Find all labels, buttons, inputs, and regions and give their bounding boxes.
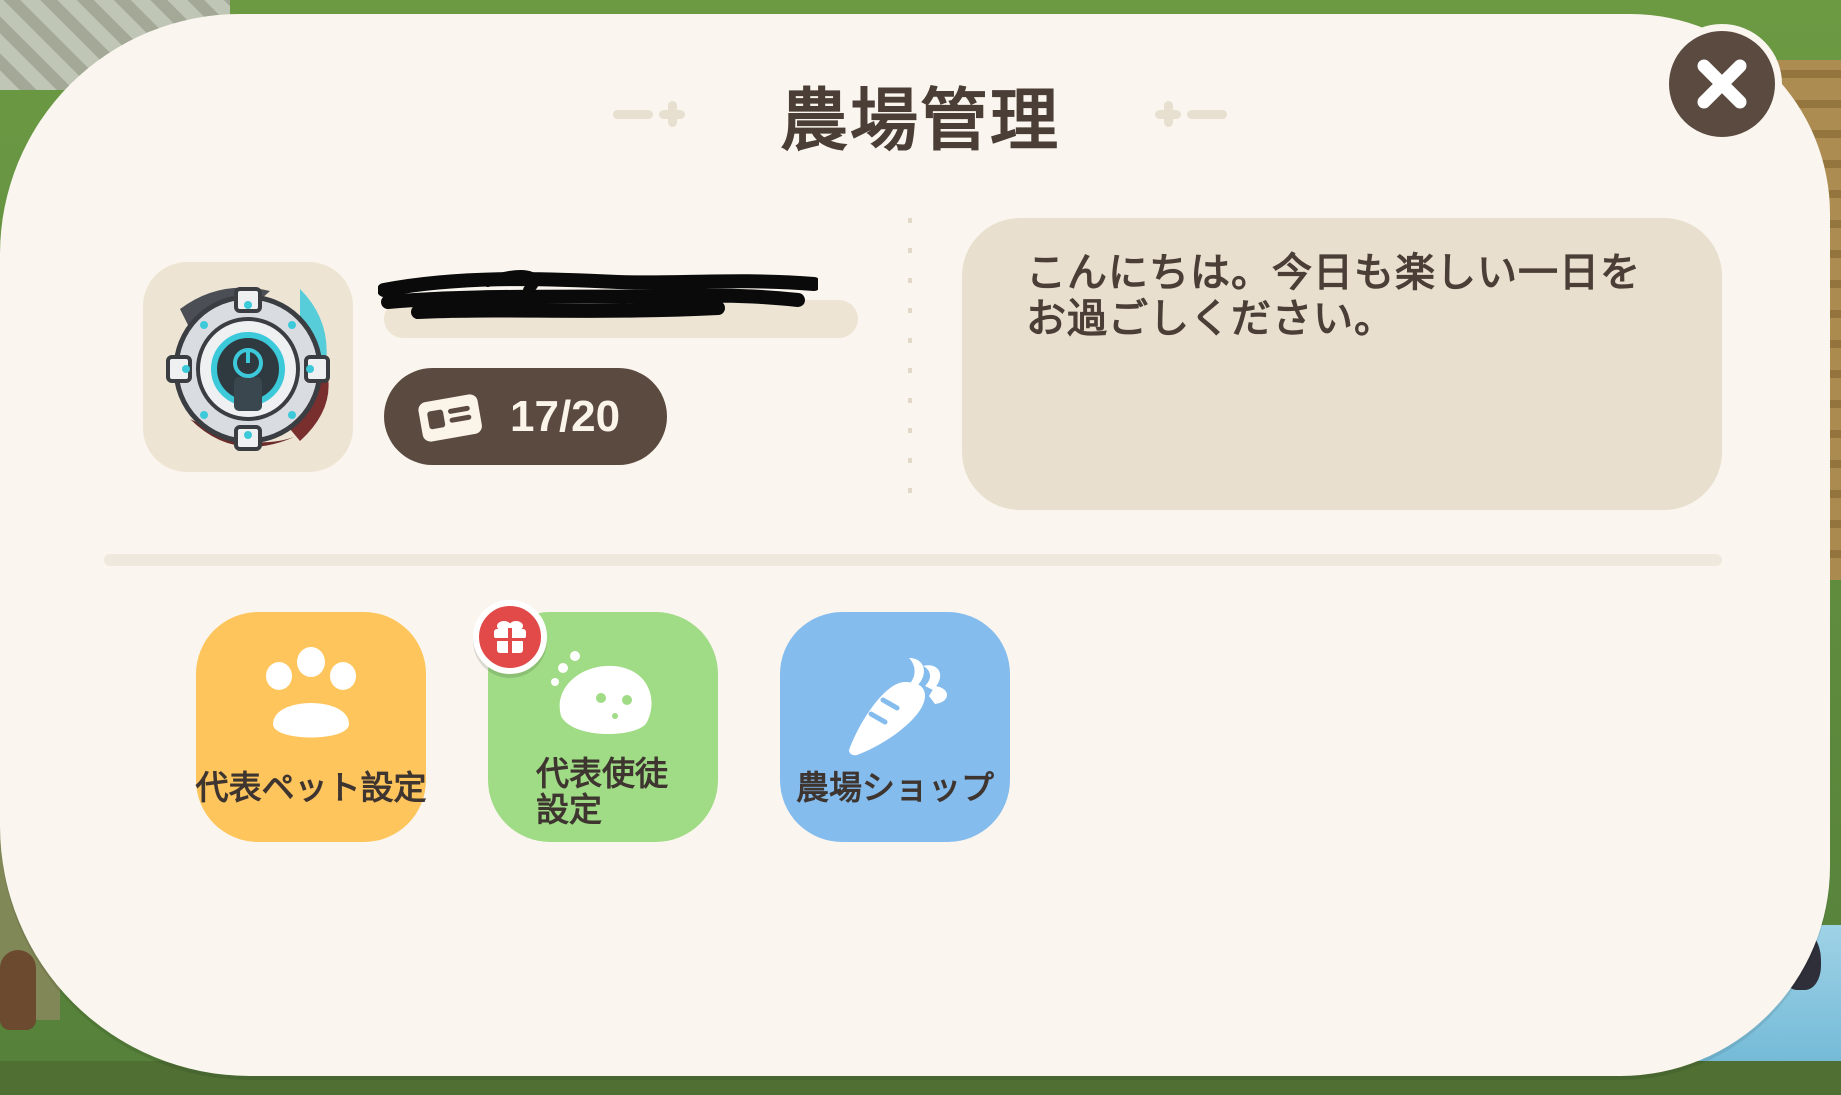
greeting-message-box[interactable]: こんにちは。今日も楽しい一日をお過ごしください。 <box>962 218 1722 510</box>
title-decoration-right <box>1155 101 1227 127</box>
title-row: 農場管理 <box>600 64 1240 164</box>
card-count-badge[interactable]: 17/20 <box>384 368 667 465</box>
card-count-text: 17/20 <box>510 391 621 441</box>
plant-pot <box>0 950 36 1030</box>
title-decoration-left <box>612 101 685 127</box>
close-button[interactable] <box>1662 24 1782 144</box>
farm-shop-button[interactable]: 農場ショップ <box>780 612 1010 842</box>
gift-icon <box>494 621 526 654</box>
farm-management-panel <box>0 14 1830 1076</box>
vertical-divider <box>908 218 912 508</box>
apostle-settings-label: 代表使徒 設定 <box>536 754 668 829</box>
gift-badge <box>473 600 547 674</box>
carrot-icon <box>849 658 947 756</box>
avatar[interactable] <box>143 262 353 472</box>
pet-settings-label: 代表ペット設定 <box>195 768 427 807</box>
paw-icon <box>266 647 356 738</box>
representative-pet-settings-button[interactable]: 代表ペット設定 <box>196 612 427 842</box>
page-title: 農場管理 <box>779 81 1060 161</box>
gear-emblem-icon <box>166 287 330 451</box>
spirit-icon <box>551 651 652 735</box>
close-icon <box>1697 59 1747 109</box>
id-card-icon <box>418 393 482 442</box>
farm-shop-label: 農場ショップ <box>796 768 994 807</box>
section-divider <box>104 554 1722 566</box>
greeting-text: こんにちは。今日も楽しい一日をお過ごしください。 <box>1026 250 1641 342</box>
redaction-scribble <box>378 270 818 319</box>
